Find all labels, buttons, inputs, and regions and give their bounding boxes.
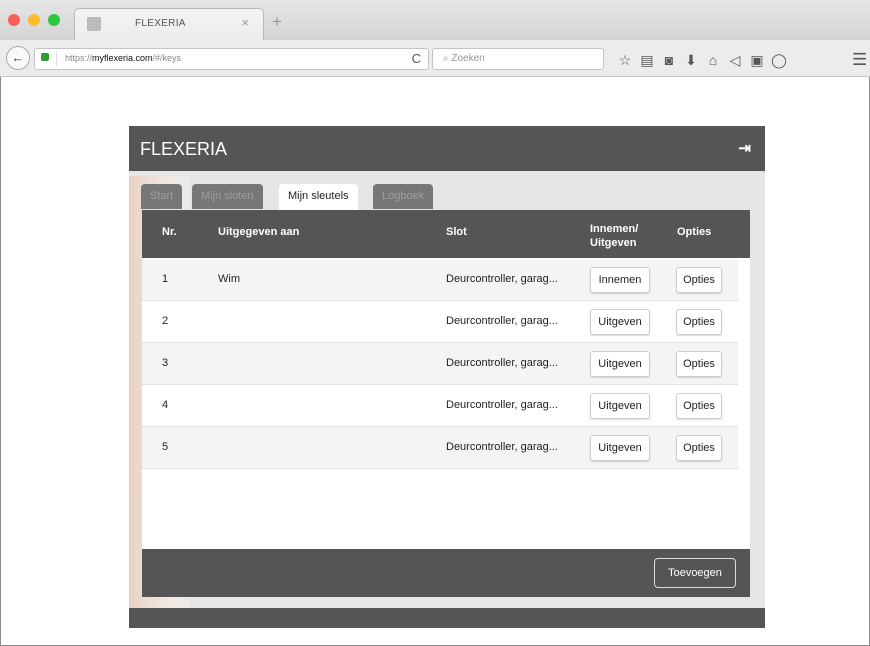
keys-panel: Nr. Uitgegeven aan Slot Innemen/Uitgeven… bbox=[142, 210, 750, 597]
back-arrow-icon[interactable]: ← bbox=[6, 46, 30, 70]
header-nr: Nr. bbox=[162, 226, 177, 238]
home-icon[interactable]: ⌂ bbox=[702, 52, 724, 68]
chat-icon[interactable]: ◯ bbox=[768, 52, 790, 69]
table-footer: Toevoegen bbox=[142, 549, 750, 597]
zoom-window-button[interactable] bbox=[48, 14, 60, 26]
row-nr: 4 bbox=[162, 399, 169, 411]
opties-button[interactable]: Opties bbox=[676, 393, 722, 419]
opties-button[interactable]: Opties bbox=[676, 267, 722, 293]
row-lock: Deurcontroller, garag... bbox=[446, 441, 558, 453]
favicon-icon bbox=[87, 17, 101, 31]
row-issued-to: Wim bbox=[218, 273, 240, 285]
url-prefix: https:// bbox=[65, 53, 93, 63]
reload-icon[interactable]: C bbox=[412, 51, 421, 66]
row-nr: 2 bbox=[162, 315, 169, 327]
close-window-button[interactable] bbox=[8, 14, 20, 26]
header-options: Opties bbox=[677, 226, 712, 238]
row-nr: 1 bbox=[162, 273, 169, 285]
bookmark-star-icon[interactable]: ☆ bbox=[614, 52, 636, 69]
app-container: FLEXERIA ⇥ Start Mijn sloten Mijn sleute… bbox=[129, 126, 765, 628]
pocket-icon[interactable]: ◙ bbox=[658, 52, 680, 68]
header-action: Innemen/Uitgeven bbox=[590, 222, 638, 250]
hamburger-menu-icon[interactable]: ☰ bbox=[852, 50, 867, 70]
minimize-window-button[interactable] bbox=[28, 14, 40, 26]
tab-mijn-sloten[interactable]: Mijn sloten bbox=[192, 184, 263, 209]
search-bar[interactable]: ⌕ Zoeken bbox=[432, 48, 604, 70]
row-lock: Deurcontroller, garag... bbox=[446, 357, 558, 369]
opties-button[interactable]: Opties bbox=[676, 309, 722, 335]
new-tab-icon[interactable]: + bbox=[272, 12, 282, 32]
url-domain: myflexeria.com bbox=[92, 53, 153, 63]
toevoegen-button[interactable]: Toevoegen bbox=[654, 558, 736, 588]
send-icon[interactable]: ◁ bbox=[724, 52, 746, 69]
search-icon: ⌕ bbox=[443, 53, 449, 64]
uitgeven-button[interactable]: Uitgeven bbox=[590, 393, 650, 419]
lock-icon bbox=[41, 53, 49, 61]
table-header: Nr. Uitgegeven aan Slot Innemen/Uitgeven… bbox=[142, 210, 750, 258]
uitgeven-button[interactable]: Uitgeven bbox=[590, 435, 650, 461]
uitgeven-button[interactable]: Uitgeven bbox=[590, 309, 650, 335]
tab-logboek[interactable]: Logboek bbox=[373, 184, 434, 209]
opties-button[interactable]: Opties bbox=[676, 435, 722, 461]
reading-list-icon[interactable]: ▤ bbox=[636, 52, 658, 69]
search-placeholder: ⌕ Zoeken bbox=[443, 53, 485, 64]
header-lock: Slot bbox=[446, 226, 467, 238]
search-placeholder-text: Zoeken bbox=[451, 53, 485, 64]
app-brand: FLEXERIA bbox=[140, 139, 228, 159]
browser-navbar: ← https://myflexeria.com/#/keys C ⌕ Zoek… bbox=[0, 40, 870, 77]
row-lock: Deurcontroller, garag... bbox=[446, 399, 558, 411]
logout-icon[interactable]: ⇥ bbox=[738, 139, 751, 157]
opties-button[interactable]: Opties bbox=[676, 351, 722, 377]
header-action-line1: Innemen/ bbox=[590, 223, 639, 235]
download-icon[interactable]: ⬇ bbox=[680, 52, 702, 69]
close-tab-icon[interactable]: × bbox=[241, 15, 249, 30]
tab-title: FLEXERIA bbox=[135, 18, 186, 29]
url-text[interactable]: https://myflexeria.com/#/keys bbox=[65, 53, 181, 63]
url-bar[interactable]: https://myflexeria.com/#/keys C bbox=[34, 48, 429, 70]
app-bottom-bar bbox=[129, 608, 765, 628]
table-row: 4 Deurcontroller, garag... Uitgeven Opti… bbox=[142, 385, 738, 427]
pdf-icon[interactable]: ▣ bbox=[746, 52, 768, 69]
header-issued-to: Uitgegeven aan bbox=[218, 226, 300, 238]
row-lock: Deurcontroller, garag... bbox=[446, 315, 558, 327]
table-row: 3 Deurcontroller, garag... Uitgeven Opti… bbox=[142, 343, 738, 385]
table-row: 1 Wim Deurcontroller, garag... Innemen O… bbox=[142, 259, 738, 301]
tab-start[interactable]: Start bbox=[141, 184, 183, 209]
innemen-button[interactable]: Innemen bbox=[590, 267, 650, 293]
tab-mijn-sleutels[interactable]: Mijn sleutels bbox=[279, 184, 358, 210]
row-nr: 5 bbox=[162, 441, 169, 453]
header-action-line2: Uitgeven bbox=[590, 237, 637, 249]
table-row: 2 Deurcontroller, garag... Uitgeven Opti… bbox=[142, 301, 738, 343]
url-separator bbox=[56, 52, 57, 66]
browser-tabbar: FLEXERIA × + bbox=[0, 0, 870, 41]
browser-tab[interactable]: FLEXERIA × bbox=[74, 8, 264, 41]
app-header: FLEXERIA ⇥ bbox=[129, 126, 765, 171]
uitgeven-button[interactable]: Uitgeven bbox=[590, 351, 650, 377]
table-row: 5 Deurcontroller, garag... Uitgeven Opti… bbox=[142, 427, 738, 469]
url-path: /#/keys bbox=[152, 53, 182, 63]
row-lock: Deurcontroller, garag... bbox=[446, 273, 558, 285]
row-nr: 3 bbox=[162, 357, 169, 369]
toolbar-icons: ☆ ▤ ◙ ⬇ ⌂ ◁ ▣ ◯ bbox=[614, 52, 790, 69]
